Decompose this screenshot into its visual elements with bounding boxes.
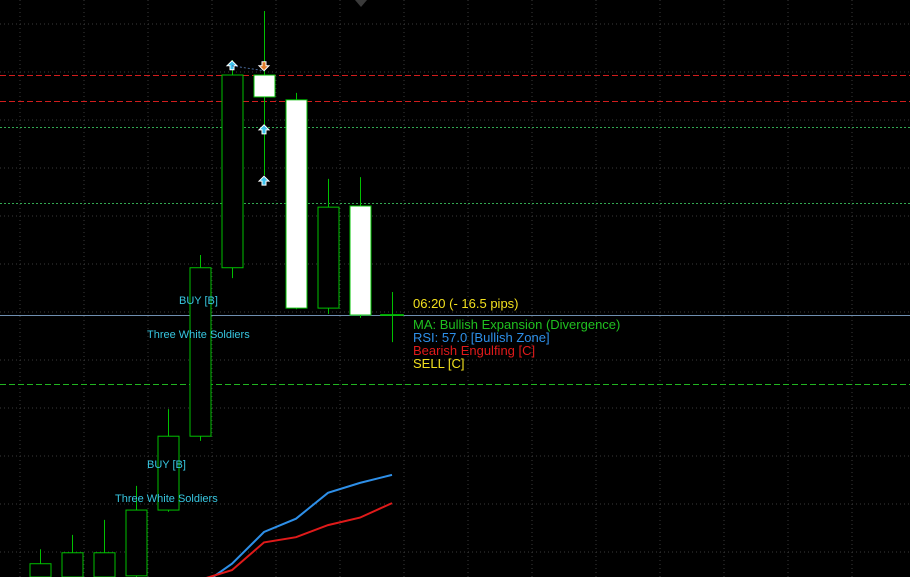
arrow-down-icon xyxy=(257,61,271,72)
candle xyxy=(317,178,340,314)
candle xyxy=(285,92,308,310)
candle-timer: 06:20 (- 16.5 pips) xyxy=(413,296,519,311)
buy-signal-lower: BUY [B] xyxy=(147,459,186,471)
candle-body xyxy=(93,552,116,577)
pattern-label-upper: Three White Soldiers xyxy=(147,329,250,341)
candle xyxy=(381,291,403,343)
chart-canvas[interactable] xyxy=(0,0,910,577)
candle-body xyxy=(285,99,308,309)
ma-fast-line xyxy=(211,473,393,577)
candle xyxy=(221,60,244,279)
candle-body xyxy=(317,206,340,309)
candle xyxy=(349,177,372,318)
candle xyxy=(61,534,84,577)
buy-signal-upper: BUY [B] xyxy=(179,295,218,307)
candle xyxy=(189,255,212,441)
signal-markers xyxy=(225,60,404,316)
pattern-label-lower: Three White Soldiers xyxy=(115,493,218,505)
triangle-down-icon[interactable] xyxy=(355,0,367,7)
candle xyxy=(29,549,52,577)
candle-body xyxy=(61,552,84,577)
candle xyxy=(93,519,116,577)
moving-averages xyxy=(206,473,393,577)
candle-body xyxy=(189,267,212,437)
arrow-up-icon xyxy=(225,60,239,71)
signal-status: SELL [C] xyxy=(413,356,465,371)
candle-body xyxy=(221,74,244,269)
candle-body xyxy=(253,74,276,98)
candle-body xyxy=(125,509,148,577)
candle xyxy=(253,10,276,176)
arrow-up-icon xyxy=(257,175,271,186)
candle-body xyxy=(29,563,52,577)
candle-body xyxy=(349,205,372,316)
arrow-up-icon xyxy=(257,124,271,135)
